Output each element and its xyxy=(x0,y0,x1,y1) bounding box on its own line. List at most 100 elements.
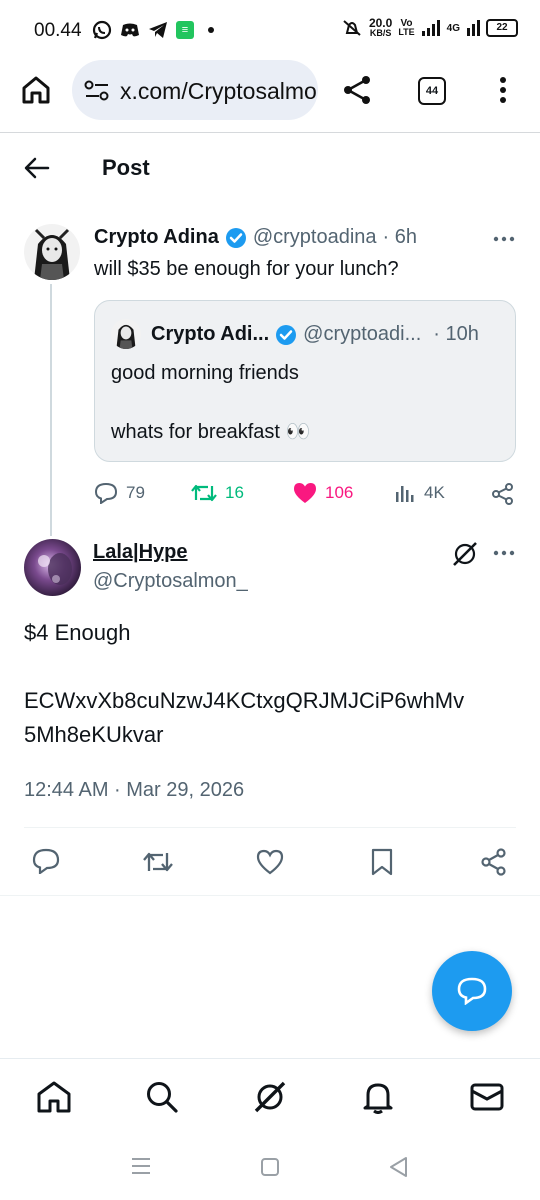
android-recents-button[interactable] xyxy=(131,1157,151,1175)
reply-icon xyxy=(32,848,60,874)
grok-icon xyxy=(254,1081,286,1113)
more-horizontal-icon xyxy=(493,550,515,556)
post-time[interactable]: · 6h xyxy=(383,226,417,249)
quote-avatar xyxy=(111,319,141,349)
site-settings-icon[interactable] xyxy=(84,80,110,102)
home-icon xyxy=(22,76,50,104)
square-icon xyxy=(261,1158,279,1176)
share-icon xyxy=(481,848,506,876)
verified-badge-icon xyxy=(276,324,297,345)
status-time: 00.44 xyxy=(34,20,82,41)
back-button[interactable] xyxy=(24,156,50,180)
view-count: 4K xyxy=(424,483,445,502)
system-indicators: 20.0 KB/S Vo LTE 4G 22 xyxy=(341,17,518,38)
browser-divider xyxy=(0,132,540,133)
quote-time: · 10h xyxy=(433,323,479,345)
post-timestamp[interactable]: 12:44 AM · Mar 29, 2026 xyxy=(24,779,244,802)
android-home-button[interactable] xyxy=(260,1157,280,1177)
signal-icon-2 xyxy=(467,20,480,36)
divider xyxy=(0,895,540,896)
nav-home[interactable] xyxy=(36,1080,72,1114)
more-vertical-icon xyxy=(500,77,506,103)
share-icon xyxy=(492,483,513,505)
like-count: 106 xyxy=(325,483,354,502)
address-bar[interactable]: x.com/Cryptosalmon_ xyxy=(72,60,318,120)
bookmark-icon xyxy=(371,848,393,876)
author-name[interactable]: Crypto Adina xyxy=(94,226,219,249)
main-reply-button[interactable] xyxy=(32,848,60,874)
main-post-text-line3: 5Mh8eKUkvar xyxy=(24,722,164,747)
share-button[interactable] xyxy=(342,74,374,106)
app-notification-icon: ≡ xyxy=(176,21,194,39)
repost-button[interactable]: 16 xyxy=(191,482,244,504)
browser-menu-button[interactable] xyxy=(498,76,508,104)
avatar[interactable] xyxy=(24,224,80,280)
network-speed: 20.0 KB/S xyxy=(369,17,392,38)
reply-icon xyxy=(94,482,118,504)
divider xyxy=(24,827,516,828)
whatsapp-icon xyxy=(92,20,112,40)
repost-count: 16 xyxy=(225,483,244,502)
nav-messages[interactable] xyxy=(470,1082,504,1112)
like-button[interactable]: 106 xyxy=(293,482,353,504)
reply-icon xyxy=(457,977,487,1005)
heart-filled-icon xyxy=(294,483,316,503)
author-handle[interactable]: @cryptoadina xyxy=(253,226,377,249)
discord-icon xyxy=(121,23,139,37)
post-more-button[interactable] xyxy=(493,236,515,242)
views-button[interactable]: 4K xyxy=(394,482,445,504)
post-share-button[interactable] xyxy=(491,482,515,506)
more-notifications-dot xyxy=(208,27,214,33)
bookmark-button[interactable] xyxy=(370,848,394,876)
reply-button[interactable]: 79 xyxy=(94,482,145,504)
battery-indicator: 22 xyxy=(486,19,518,37)
mute-icon xyxy=(343,20,361,36)
quote-header: Crypto Adi... @cryptoadi... · 10h xyxy=(151,323,479,346)
android-back-button[interactable] xyxy=(388,1156,408,1178)
quote-text-line1: good morning friends xyxy=(111,362,299,384)
arrow-left-icon xyxy=(24,157,50,179)
volte-bottom: LTE xyxy=(398,27,415,37)
quoted-post[interactable]: Crypto Adi... @cryptoadi... · 10h good m… xyxy=(94,300,516,462)
main-share-button[interactable] xyxy=(480,848,508,876)
mail-icon xyxy=(470,1083,504,1111)
tab-switcher-button[interactable]: 44 xyxy=(418,77,446,105)
signal-icon xyxy=(421,20,440,36)
main-repost-button[interactable] xyxy=(142,848,174,876)
url-text[interactable]: x.com/Cryptosalmon_ xyxy=(120,78,318,105)
grok-button[interactable] xyxy=(452,541,478,567)
nav-notifications[interactable] xyxy=(362,1080,394,1114)
main-author-handle[interactable]: @Cryptosalmon_ xyxy=(93,570,248,593)
repost-icon xyxy=(143,852,173,872)
anime-avatar-image xyxy=(111,319,141,349)
nav-search[interactable] xyxy=(145,1080,179,1114)
user-avatar-image xyxy=(24,539,81,596)
menu-lines-icon xyxy=(132,1158,150,1174)
avatar[interactable] xyxy=(24,539,81,596)
triangle-back-icon xyxy=(390,1157,407,1177)
bell-icon xyxy=(363,1083,393,1114)
home-icon xyxy=(37,1081,71,1113)
reply-count: 79 xyxy=(126,483,145,502)
search-icon xyxy=(147,1082,178,1113)
more-horizontal-icon xyxy=(493,236,515,242)
main-author-name[interactable]: Lala|Hype xyxy=(93,541,188,564)
share-icon xyxy=(344,76,370,104)
main-post-more-button[interactable] xyxy=(493,550,515,556)
status-bar: 00.44 ≡ 20.0 KB/S Vo LTE 4G 22 xyxy=(0,0,540,62)
compose-reply-fab[interactable] xyxy=(432,951,512,1031)
post-header: Crypto Adina @cryptoadina · 6h xyxy=(94,226,417,249)
quote-text-line2: whats for breakfast 👀 xyxy=(111,421,311,443)
browser-home-button[interactable] xyxy=(20,74,52,106)
main-like-button[interactable] xyxy=(256,849,284,875)
notification-icons: ≡ xyxy=(92,20,214,40)
network-type: 4G xyxy=(446,22,460,34)
quote-author-name: Crypto Adi... xyxy=(151,323,270,345)
verified-badge-icon xyxy=(225,227,246,248)
post-text: will $35 be enough for your lunch? xyxy=(94,258,399,280)
nav-grok[interactable] xyxy=(253,1080,287,1114)
quote-author-handle: @cryptoadi... xyxy=(303,323,422,345)
volte-indicator: Vo LTE xyxy=(398,19,414,37)
anime-avatar-image xyxy=(24,224,80,280)
network-speed-unit: KB/S xyxy=(369,28,392,38)
